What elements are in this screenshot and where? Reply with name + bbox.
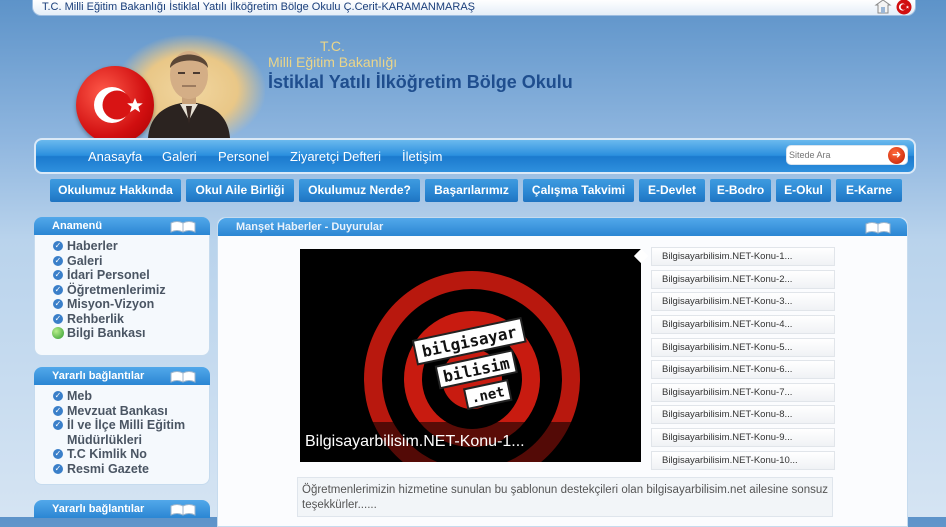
thanks-message: Öğretmenlerimizin hizmetine sunulan bu ş… (297, 477, 833, 517)
header-school-name: İstiklal Yatılı İlköğretim Bölge Okulu (268, 72, 573, 92)
check-icon: ✓ (53, 405, 63, 416)
topic-item[interactable]: Bilgisayarbilisim.NET-Konu-8... (651, 405, 835, 424)
topic-item[interactable]: Bilgisayarbilisim.NET-Konu-3... (651, 292, 835, 311)
nav-ziyaretci-defteri[interactable]: Ziyaretçi Defteri (290, 149, 381, 164)
nav-galeri[interactable]: Galeri (162, 149, 197, 164)
top-title-bar: T.C. Milli Eğitim Bakanlığı İstiklal Yat… (32, 0, 916, 16)
topic-item[interactable]: Bilgisayarbilisim.NET-Konu-7... (651, 383, 835, 402)
turkish-flag-icon[interactable] (894, 0, 914, 19)
topic-item[interactable]: Bilgisayarbilisim.NET-Konu-1... (651, 247, 835, 266)
link-item-il-ilce-meb[interactable]: ✓ İl ve İlçe Milli Eğitim Müdürlükleri (53, 418, 209, 447)
top-title-text: T.C. Milli Eğitim Bakanlığı İstiklal Yat… (42, 1, 475, 13)
check-icon: ✓ (53, 284, 63, 295)
link-item-mevzuat-bankasi[interactable]: ✓ Mevzuat Bankası (53, 404, 209, 419)
tab-e-bodro[interactable]: E-Bodro (710, 179, 771, 202)
tab-okulumuz-hakkinda[interactable]: Okulumuz Hakkında (50, 179, 181, 202)
sidebar-item-bilgi-bankasi[interactable]: Bilgi Bankası (52, 326, 209, 341)
search-input[interactable] (789, 147, 881, 163)
check-icon: ✓ (53, 270, 63, 280)
tab-basarilarimiz[interactable]: Başarılarımız (425, 179, 518, 202)
check-icon: ✓ (53, 313, 63, 324)
open-book-icon (170, 219, 196, 239)
open-book-icon (865, 220, 891, 240)
tab-e-devlet[interactable]: E-Devlet (639, 179, 705, 202)
sidebar-item-ogretmenlerimiz[interactable]: ✓ Öğretmenlerimiz (53, 283, 209, 298)
sidebar-links2-title: Yararlı bağlantılar (52, 503, 145, 515)
nav-anasayfa[interactable]: Anasayfa (88, 149, 142, 164)
sidebar-useful-links: Yararlı bağlantılar ✓ Meb ✓ Mevzuat Bankas… (34, 367, 210, 485)
sidebar-links-header: Yararlı bağlantılar (34, 367, 210, 385)
check-icon: ✓ (53, 449, 63, 459)
headlines-panel-header: Manşet Haberler - Duyurular (218, 218, 907, 236)
topic-item[interactable]: Bilgisayarbilisim.NET-Konu-10... (651, 451, 835, 470)
sidebar-links-title: Yararlı bağlantılar (52, 370, 145, 382)
link-item-resmi-gazete[interactable]: ✓ Resmi Gazete (53, 462, 209, 477)
search-go-button[interactable]: ➜ (888, 147, 905, 164)
check-icon: ✓ (53, 420, 63, 430)
check-icon: ✓ (53, 463, 63, 474)
nav-iletisim[interactable]: İletişim (402, 149, 442, 164)
topic-item[interactable]: Bilgisayarbilisim.NET-Konu-5... (651, 338, 835, 357)
sidebar-menu-header: Anamenü (34, 217, 210, 235)
topic-item[interactable]: Bilgisayarbilisim.NET-Konu-2... (651, 270, 835, 289)
sidebar-links2-header: Yararlı bağlantılar (34, 500, 210, 518)
sidebar-menu-title: Anamenü (52, 220, 103, 232)
link-item-tc-kimlik-no[interactable]: ✓ T.C Kimlik No (53, 447, 209, 462)
sidebar-item-galeri[interactable]: ✓ Galeri (53, 254, 209, 269)
tab-e-okul[interactable]: E-Okul (776, 179, 831, 202)
headline-slideshow[interactable]: bilgisayar bilisim .net Bilgisayarbilisi… (300, 249, 641, 462)
topic-item[interactable]: Bilgisayarbilisim.NET-Konu-6... (651, 360, 835, 379)
turkish-flag-emblem (76, 66, 154, 144)
open-book-icon (170, 369, 196, 389)
tab-calisma-takvimi[interactable]: Çalışma Takvimi (523, 179, 634, 202)
headlines-panel-title: Manşet Haberler - Duyurular (236, 221, 384, 233)
open-book-icon (170, 502, 196, 522)
sidebar-item-haberler[interactable]: ✓ Haberler (53, 239, 209, 254)
tab-okul-aile-birligi[interactable]: Okul Aile Birliği (186, 179, 294, 202)
globe-icon (52, 327, 64, 339)
arrow-right-icon: ➜ (891, 149, 902, 161)
check-icon: ✓ (53, 391, 63, 401)
tab-e-karne[interactable]: E-Karne (836, 179, 902, 202)
header-tc: T.C. (320, 38, 345, 54)
nav-personel[interactable]: Personel (218, 149, 269, 164)
sidebar-main-menu: Anamenü ✓ Haberler ✓ Galeri ✓ İdari Persone… (34, 217, 210, 356)
sidebar-useful-links-2: Yararlı bağlantılar (34, 500, 210, 518)
topic-item[interactable]: Bilgisayarbilisim.NET-Konu-9... (651, 428, 835, 447)
sidebar-item-idari-personel[interactable]: ✓ İdari Personel (53, 268, 209, 283)
school-emblem-icon[interactable] (874, 0, 892, 19)
sidebar-item-rehberlik[interactable]: ✓ Rehberlik (53, 312, 209, 327)
slide-caption: Bilgisayarbilisim.NET-Konu-1... (300, 422, 641, 462)
search-box: ➜ (786, 145, 908, 165)
check-icon: ✓ (53, 241, 63, 251)
sidebar-item-misyon-vizyon[interactable]: ✓ Misyon-Vizyon (53, 297, 209, 312)
topic-item[interactable]: Bilgisayarbilisim.NET-Konu-4... (651, 315, 835, 334)
main-navigation: Anasayfa Galeri Personel Ziyaretçi Defte… (34, 138, 916, 174)
header-ministry: Milli Eğitim Bakanlığı (268, 54, 398, 70)
check-icon: ✓ (53, 255, 63, 266)
link-item-meb[interactable]: ✓ Meb (53, 389, 209, 404)
tab-okulumuz-nerde[interactable]: Okulumuz Nerde? (299, 179, 420, 202)
check-icon: ✓ (53, 299, 63, 309)
